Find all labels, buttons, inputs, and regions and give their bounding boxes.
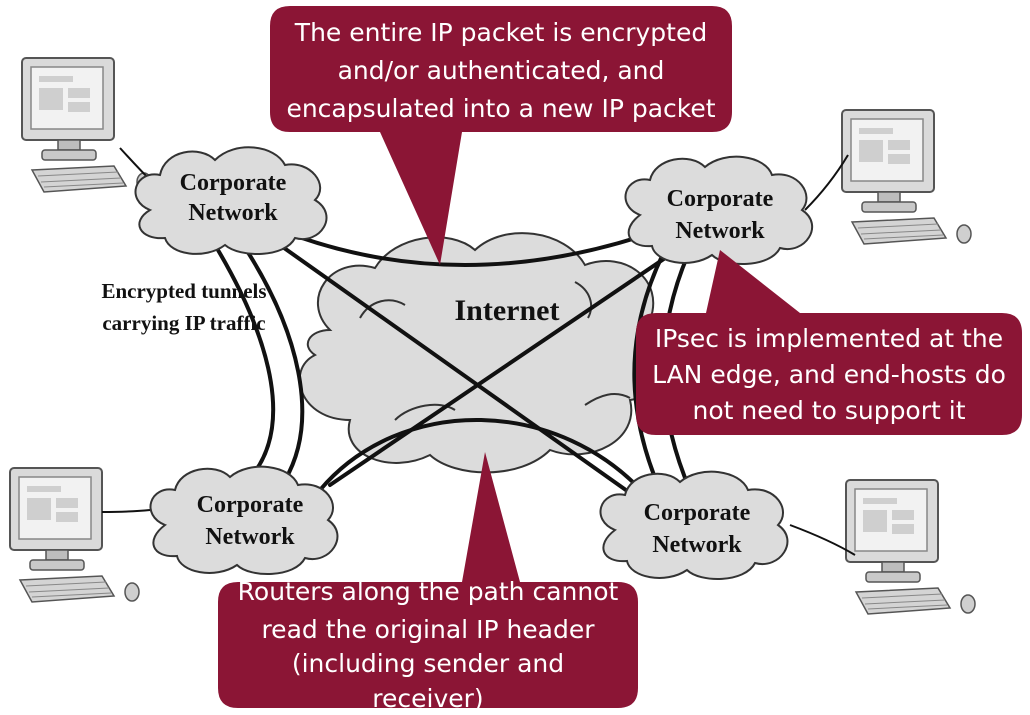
network-label-line2: Network	[205, 524, 295, 550]
network-label-line1: Corporate	[667, 186, 774, 212]
corporate-network-cloud: Corporate Network	[599, 470, 789, 580]
callout-right-line3: not need to support it	[692, 396, 965, 425]
callout-top-line3: encapsulated into a new IP packet	[286, 94, 715, 123]
network-label-line1: Corporate	[644, 500, 751, 526]
corporate-network-cloud: Corporate Network	[149, 465, 339, 575]
diagram-canvas: Corporate Network Corporate Network Corp…	[9, 6, 1022, 713]
callout-bottom-line3: (including sender and	[292, 649, 564, 678]
corporate-network-cloud: Corporate Network	[134, 146, 328, 255]
tunnels-label-line1: Encrypted tunnels	[101, 279, 266, 303]
callout-bottom-line4: receiver)	[372, 684, 483, 713]
callout-right: IPsec is implemented at the LAN edge, an…	[636, 250, 1022, 435]
ipsec-tunnel-diagram: Corporate Network Corporate Network Corp…	[0, 0, 1030, 715]
internet-cloud	[298, 232, 667, 474]
computer-icon-bottom-left	[9, 467, 140, 603]
callout-bottom-line2: read the original IP header	[261, 615, 595, 644]
internet-label: Internet	[455, 294, 560, 327]
callout-right-line1: IPsec is implemented at the	[655, 324, 1003, 353]
tunnels-label-line2: carrying IP traffic	[102, 311, 265, 335]
network-label-line2: Network	[675, 218, 765, 244]
callout-top-line1: The entire IP packet is encrypted	[294, 18, 707, 47]
network-label-line2: Network	[652, 532, 742, 558]
callout-bottom-line1: Routers along the path cannot	[238, 577, 619, 606]
corporate-network-cloud: Corporate Network	[624, 155, 814, 265]
callout-top-line2: and/or authenticated, and	[338, 56, 665, 85]
computer-icon-top-right	[841, 109, 972, 245]
computer-icon-bottom-right	[845, 479, 976, 615]
network-label-line2: Network	[188, 200, 278, 226]
network-label-line1: Corporate	[197, 492, 304, 518]
callout-right-line2: LAN edge, and end-hosts do	[652, 360, 1006, 389]
computer-icon-top-left	[21, 57, 152, 193]
network-label-line1: Corporate	[180, 170, 287, 196]
